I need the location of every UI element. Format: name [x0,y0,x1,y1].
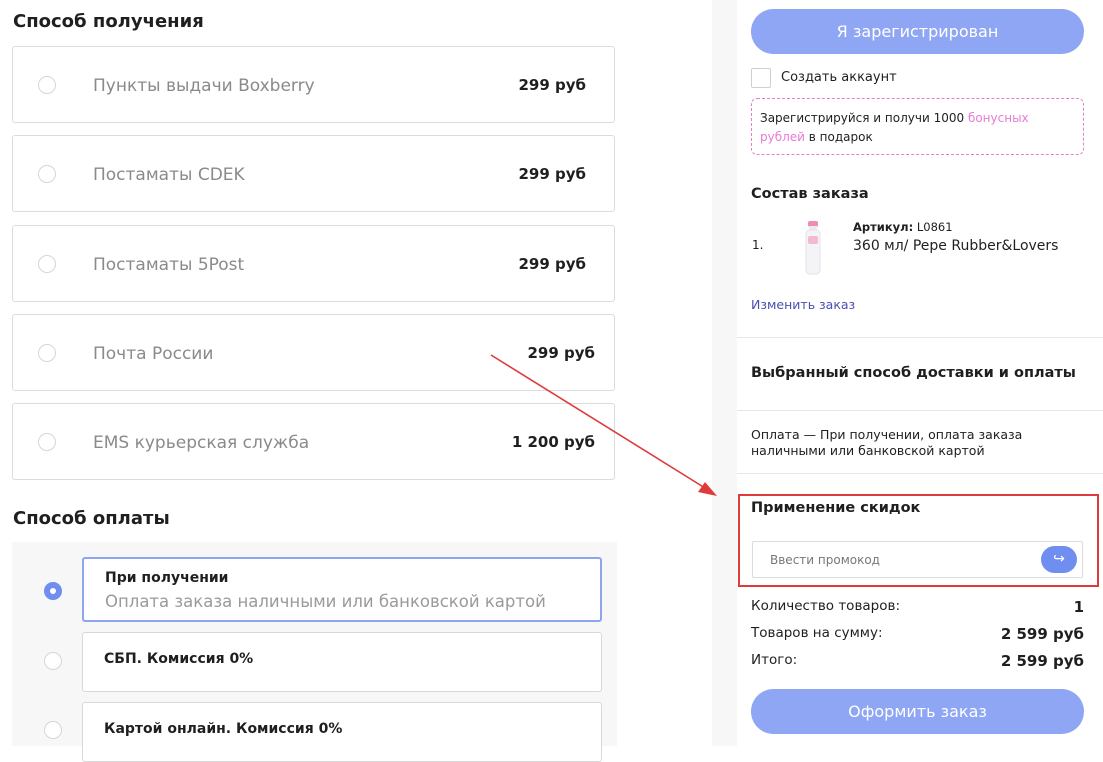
annotation-arrow [490,354,717,496]
